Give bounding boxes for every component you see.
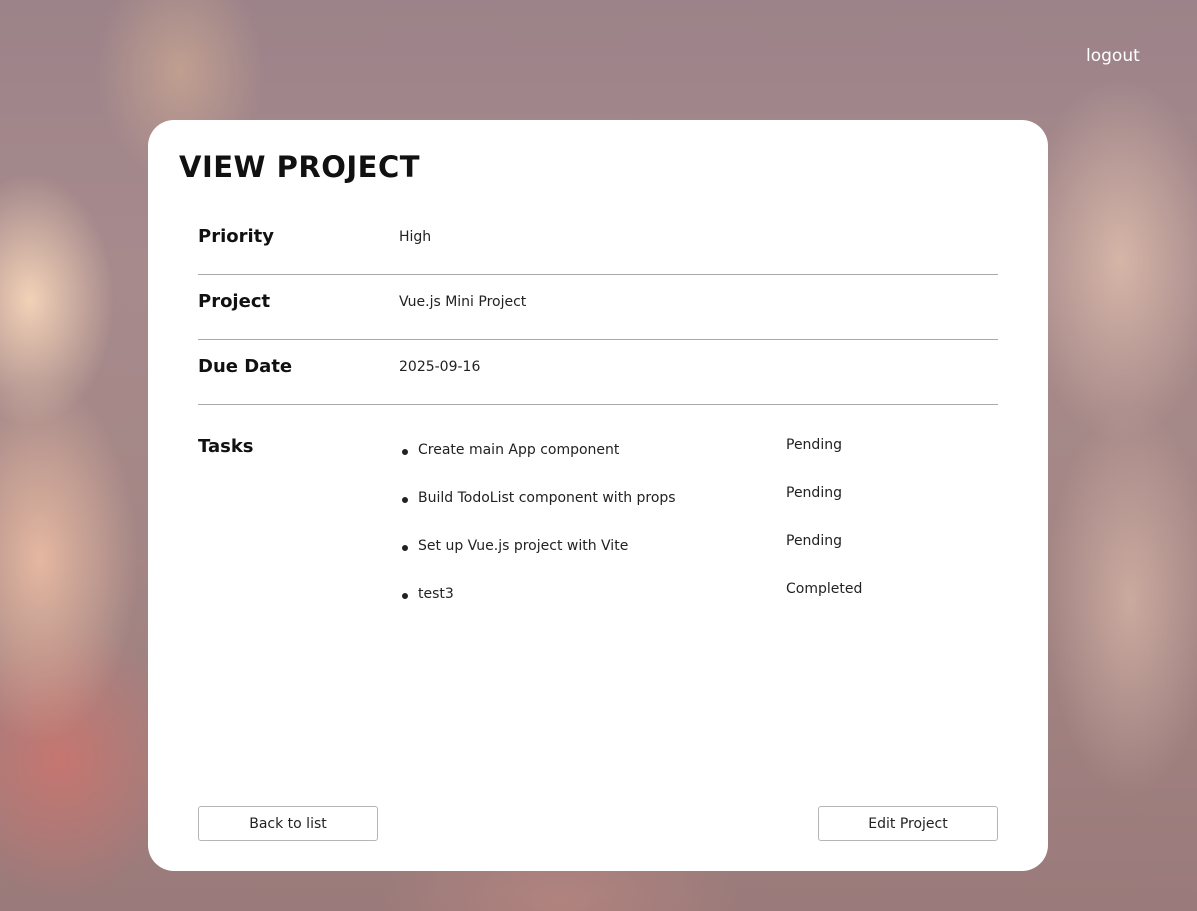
- task-name: Set up Vue.js project with Vite: [418, 538, 629, 554]
- project-value: Vue.js Mini Project: [399, 294, 527, 310]
- task-item: Set up Vue.js project with Vite Pending: [399, 533, 899, 561]
- priority-label: Priority: [198, 226, 274, 247]
- task-item: Create main App component Pending: [399, 437, 899, 465]
- edit-project-button[interactable]: Edit Project: [818, 806, 998, 841]
- task-name: Build TodoList component with props: [418, 490, 676, 506]
- due-date-value: 2025-09-16: [399, 359, 481, 375]
- task-status: Pending: [786, 437, 842, 453]
- task-status: Pending: [786, 533, 842, 549]
- bullet-icon: [402, 497, 408, 503]
- due-date-row: Due Date 2025-09-16: [198, 340, 998, 405]
- back-to-list-button[interactable]: Back to list: [198, 806, 378, 841]
- task-status: Pending: [786, 485, 842, 501]
- task-name: Create main App component: [418, 442, 620, 458]
- task-name: test3: [418, 586, 454, 602]
- project-row: Project Vue.js Mini Project: [198, 275, 998, 340]
- task-item: test3 Completed: [399, 581, 899, 609]
- project-card: VIEW PROJECT Priority High Project Vue.j…: [148, 120, 1048, 871]
- project-label: Project: [198, 291, 271, 312]
- tasks-label: Tasks: [198, 436, 254, 457]
- priority-value: High: [399, 229, 432, 245]
- logout-link[interactable]: logout: [1086, 46, 1140, 66]
- task-status: Completed: [786, 581, 863, 597]
- bullet-icon: [402, 545, 408, 551]
- task-item: Build TodoList component with props Pend…: [399, 485, 899, 513]
- page-title: VIEW PROJECT: [179, 150, 421, 184]
- due-date-label: Due Date: [198, 356, 293, 377]
- priority-row: Priority High: [198, 210, 998, 275]
- bullet-icon: [402, 449, 408, 455]
- bullet-icon: [402, 593, 408, 599]
